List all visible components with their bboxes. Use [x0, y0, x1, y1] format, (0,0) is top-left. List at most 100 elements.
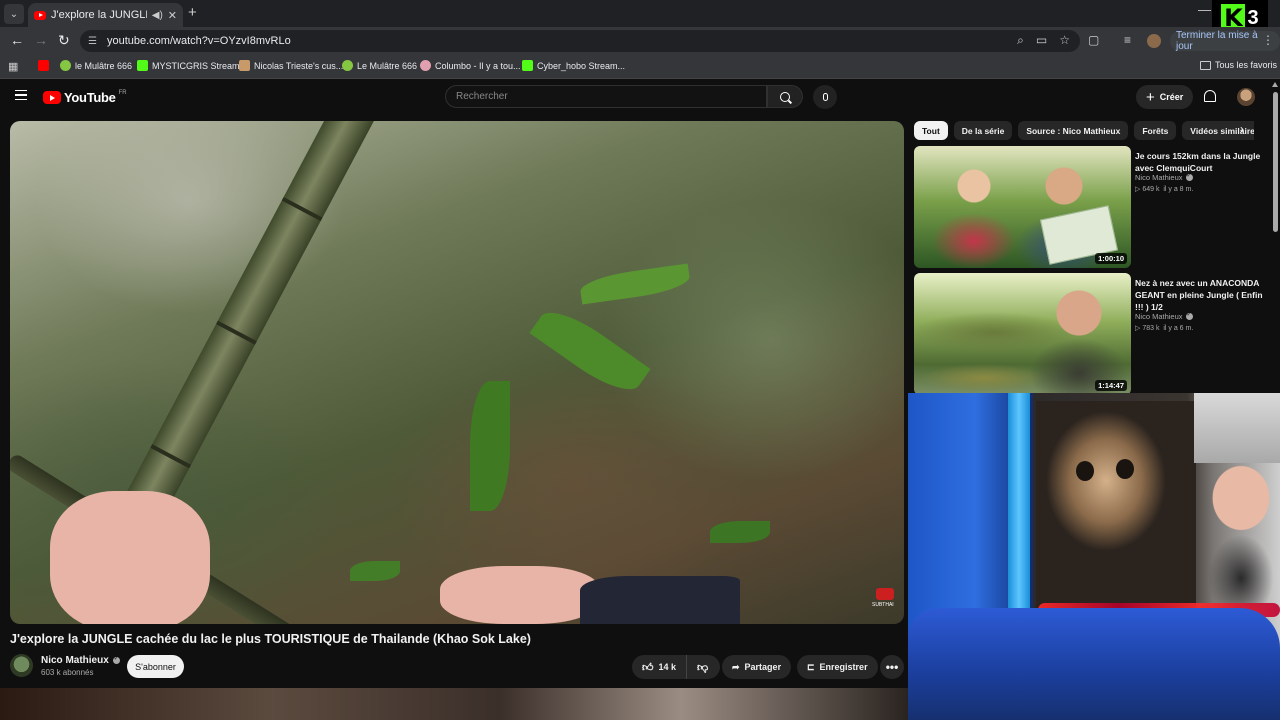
- url-text: youtube.com/watch?v=OYzvI8mvRLo: [106, 35, 291, 47]
- chip-all[interactable]: Tout: [914, 121, 948, 140]
- microphone-icon: [822, 93, 828, 101]
- rumble-icon: [60, 60, 71, 71]
- video-player[interactable]: SUBTHAI: [10, 121, 904, 624]
- channel-avatar[interactable]: [10, 654, 33, 677]
- recommendation-channel[interactable]: Nico Mathieux: [1135, 311, 1193, 321]
- address-bar[interactable]: ☰ youtube.com/watch?v=OYzvI8mvRLo ⌕ ▭ ☆: [80, 30, 1080, 52]
- region-code: FR: [118, 89, 127, 96]
- bookmark-label: MYSTICGRIS Stream...: [152, 60, 248, 71]
- verified-check-icon: [112, 655, 120, 664]
- search-input[interactable]: Rechercher: [445, 85, 767, 108]
- bookmark-item[interactable]: Columbo - Il y a tou...: [420, 60, 521, 71]
- recommendation-title[interactable]: Nez à nez avec un ANACONDA GEANT en plei…: [1135, 277, 1265, 313]
- search-icon: [780, 91, 790, 102]
- reading-list-icon[interactable]: ≡: [1124, 33, 1131, 47]
- hand: [440, 566, 600, 624]
- share-button[interactable]: ➦ Partager: [722, 655, 792, 679]
- browser-tab-active[interactable]: J'explore la JUNGLE cachée ◀) ✕: [28, 3, 183, 27]
- folder-icon: [1200, 60, 1211, 70]
- voice-search-button[interactable]: [813, 85, 837, 109]
- tab-search-button[interactable]: ⌄: [4, 4, 24, 24]
- save-button[interactable]: ⊏ Enregistrer: [797, 655, 878, 679]
- create-button[interactable]: + Créer: [1136, 85, 1194, 109]
- channel-label: Nico Mathieux: [1135, 173, 1183, 182]
- recommendation-title[interactable]: Je cours 152km dans la Jungle avec Clemq…: [1135, 150, 1265, 174]
- youtube-logo[interactable]: YouTube FR: [43, 90, 127, 105]
- recommendation-channel[interactable]: Nico Mathieux: [1135, 172, 1193, 182]
- like-dislike-group: 👍︎ 14 k 👎︎: [632, 655, 720, 679]
- filter-chips: Tout De la série Source : Nico Mathieux …: [914, 121, 1254, 141]
- like-button[interactable]: 👍︎ 14 k: [632, 655, 688, 679]
- video-thumbnail[interactable]: 1:14:47: [914, 273, 1131, 395]
- create-label: Créer: [1159, 92, 1184, 102]
- hand: [50, 491, 210, 624]
- chip-series[interactable]: De la série: [953, 121, 1013, 140]
- back-arrow-icon[interactable]: ←: [10, 32, 24, 48]
- below-fold-content: [0, 688, 908, 720]
- rumble-icon: [342, 60, 353, 71]
- page-scrollbar[interactable]: [1270, 80, 1280, 393]
- mask-icon: [239, 60, 250, 71]
- watermark-text: SUBTHAI: [872, 602, 894, 608]
- hamburger-menu-icon[interactable]: [15, 90, 27, 100]
- cast-icon[interactable]: ▭: [1036, 33, 1047, 48]
- chips-next-arrow-icon[interactable]: ›: [1240, 122, 1244, 136]
- verified-check-icon: [1185, 172, 1193, 181]
- reload-icon[interactable]: ↻: [58, 32, 70, 49]
- skull-eye: [1116, 459, 1134, 479]
- recommendation-item[interactable]: 1:14:47 Nez à nez avec un ANACONDA GEANT…: [914, 273, 1270, 395]
- site-info-icon[interactable]: ☰: [88, 36, 97, 47]
- new-tab-button[interactable]: +: [188, 4, 197, 21]
- channel-name[interactable]: Nico Mathieux: [41, 655, 120, 666]
- bookmark-label: le Mulâtre 666: [75, 60, 133, 71]
- channel-name-text: Nico Mathieux: [41, 655, 109, 666]
- sleeve: [580, 576, 740, 624]
- search-button[interactable]: [767, 85, 803, 108]
- scrollbar-thumb[interactable]: [1273, 92, 1278, 232]
- youtube-masthead: YouTube FR Rechercher + Créer: [0, 80, 1270, 116]
- all-bookmarks-button[interactable]: Tous les favoris: [1200, 60, 1277, 70]
- more-actions-button[interactable]: •••: [880, 655, 904, 679]
- scroll-up-arrow-icon[interactable]: [1272, 82, 1278, 87]
- youtube-favicon-icon: [34, 10, 46, 20]
- bookmark-item[interactable]: le Mulâtre 666: [60, 60, 132, 71]
- apps-grid-icon[interactable]: ▦: [8, 60, 18, 73]
- blue-blanket: [908, 608, 1280, 720]
- bookmark-label: Columbo - Il y a tou...: [435, 60, 521, 71]
- bookmark-item[interactable]: Cyber_hobo Stream...: [522, 60, 625, 71]
- upload-age: il y a 8 m.: [1163, 186, 1194, 193]
- bookmark-item[interactable]: MYSTICGRIS Stream...: [137, 60, 247, 71]
- speaker-icon[interactable]: ◀): [152, 10, 163, 21]
- bookmark-label: Le Mulâtre 666: [357, 60, 418, 71]
- bookmark-item[interactable]: Nicolas Trieste's cus...: [239, 60, 343, 71]
- subscriber-count: 603 k abonnés: [41, 668, 94, 677]
- leaf: [470, 381, 510, 511]
- bookmark-label: Nicolas Trieste's cus...: [254, 60, 344, 71]
- duration-badge: 1:00:10: [1095, 253, 1127, 264]
- like-count: 14 k: [658, 662, 677, 672]
- profile-avatar[interactable]: [1147, 34, 1161, 48]
- video-thumbnail[interactable]: 1:00:10: [914, 146, 1131, 268]
- account-avatar[interactable]: [1237, 88, 1255, 106]
- forward-arrow-icon[interactable]: →: [34, 32, 48, 48]
- close-tab-icon[interactable]: ✕: [168, 9, 177, 22]
- leaf: [578, 263, 692, 305]
- share-label: Partager: [744, 662, 782, 672]
- subscribe-button[interactable]: S'abonner: [127, 655, 184, 678]
- zoom-icon[interactable]: ⌕: [1017, 33, 1024, 48]
- tab-title: J'explore la JUNGLE cachée: [51, 9, 147, 21]
- extensions-icon[interactable]: ▢: [1088, 33, 1099, 47]
- chip-source[interactable]: Source : Nico Mathieux: [1018, 121, 1129, 140]
- recommendation-item[interactable]: 1:00:10 Je cours 152km dans la Jungle av…: [914, 146, 1270, 268]
- notifications-bell-icon[interactable]: [1204, 90, 1216, 102]
- bookmark-star-icon[interactable]: ☆: [1059, 33, 1070, 48]
- bookmark-item[interactable]: Le Mulâtre 666: [342, 60, 417, 71]
- bookmark-youtube[interactable]: [38, 60, 53, 71]
- kick-icon: [522, 60, 533, 71]
- dislike-button[interactable]: 👎︎: [687, 661, 718, 674]
- video-title: J'explore la JUNGLE cachée du lac le plu…: [10, 632, 531, 646]
- chip-forests[interactable]: Forêts: [1134, 121, 1177, 140]
- more-menu-icon[interactable]: ⋮: [1262, 33, 1274, 47]
- bookmark-label: Cyber_hobo Stream...: [537, 60, 626, 71]
- minimize-window-button[interactable]: —: [1198, 2, 1211, 17]
